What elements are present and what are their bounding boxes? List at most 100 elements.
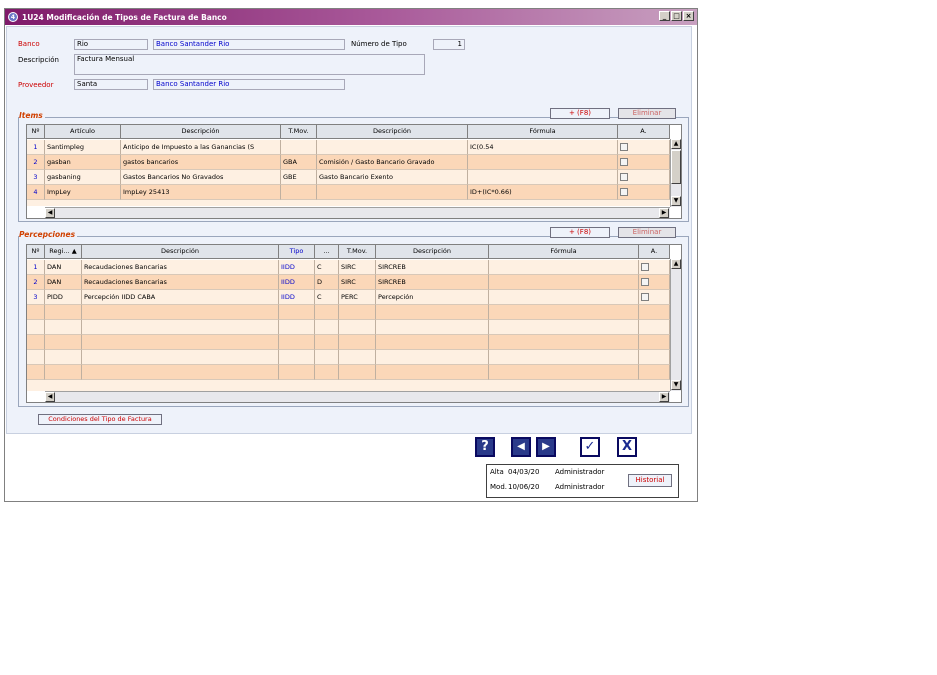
perc-row-c: C xyxy=(315,260,339,275)
perc-row-descripcion: Recaudaciones Bancarias xyxy=(82,275,279,290)
help-icon[interactable]: ? xyxy=(475,437,495,457)
items-row-articulo: Santimpleg xyxy=(45,140,121,155)
table-row[interactable]: 3 gasbaning Gastos Bancarios No Gravados… xyxy=(27,170,670,185)
items-grid: Nº Artículo Descripción T.Mov. Descripci… xyxy=(26,124,682,219)
perc-row-tmov: SIRC xyxy=(339,260,376,275)
items-col-descripcion[interactable]: Descripción xyxy=(121,125,281,139)
items-row-formula xyxy=(468,170,618,185)
perc-col-c[interactable]: ... xyxy=(315,245,339,259)
scroll-right-icon[interactable]: ▶ xyxy=(659,392,669,402)
items-row-n: 2 xyxy=(27,155,45,170)
table-row[interactable]: 3 PIDD Percepción IIDD CABA IIDD C PERC … xyxy=(27,290,670,305)
previous-icon[interactable]: ◀ xyxy=(511,437,531,457)
items-row-checkbox[interactable] xyxy=(620,188,628,196)
items-col-descripcion2[interactable]: Descripción xyxy=(317,125,468,139)
condiciones-button[interactable]: Condiciones del Tipo de Factura xyxy=(38,414,162,425)
confirm-check-icon[interactable]: ✓ xyxy=(580,437,600,457)
perc-row-formula xyxy=(489,260,639,275)
perc-col-descripcion2[interactable]: Descripción xyxy=(376,245,489,259)
percepciones-delete-button[interactable]: Eliminar xyxy=(618,227,676,238)
items-row-descripcion2: Comisión / Gasto Bancario Gravado xyxy=(317,155,468,170)
items-col-articulo[interactable]: Artículo xyxy=(45,125,121,139)
form-area: Banco Rio Banco Santander Rio Número de … xyxy=(6,26,692,434)
scroll-down-icon[interactable]: ▼ xyxy=(671,196,681,206)
perc-vscroll[interactable]: ▲ ▼ xyxy=(670,259,681,391)
table-row[interactable]: 1 DAN Recaudaciones Bancarias IIDD C SIR… xyxy=(27,260,670,275)
percepciones-add-button[interactable]: + (F8) xyxy=(550,227,610,238)
perc-col-regi[interactable]: Regi... ▲ xyxy=(45,245,82,259)
items-col-n[interactable]: Nº xyxy=(27,125,45,139)
items-row-formula xyxy=(468,155,618,170)
items-row-articulo: ImpLey xyxy=(45,185,121,200)
next-icon[interactable]: ▶ xyxy=(536,437,556,457)
banco-code-field[interactable]: Rio xyxy=(74,39,148,50)
items-row-n: 3 xyxy=(27,170,45,185)
audit-mod-user: Administrador xyxy=(555,483,605,491)
perc-col-tipo[interactable]: Tipo xyxy=(279,245,315,259)
items-delete-button[interactable]: Eliminar xyxy=(618,108,676,119)
items-vscroll-thumb[interactable] xyxy=(671,150,681,184)
perc-row-a xyxy=(639,290,670,305)
percepciones-section-title: Percepciones xyxy=(19,230,78,239)
perc-row-a xyxy=(639,260,670,275)
perc-row-tmov: PERC xyxy=(339,290,376,305)
perc-col-formula[interactable]: Fórmula xyxy=(489,245,639,259)
items-row-a xyxy=(618,170,670,185)
minimize-button[interactable]: _ xyxy=(659,11,670,21)
items-row-tmov: GBE xyxy=(281,170,317,185)
items-row-tmov xyxy=(281,185,317,200)
items-row-descripcion: ImpLey 25413 xyxy=(121,185,281,200)
items-hscroll[interactable]: ◀ ▶ xyxy=(45,207,670,218)
items-row-descripcion2: Gasto Bancario Exento xyxy=(317,170,468,185)
perc-hscroll[interactable]: ◀ ▶ xyxy=(45,391,670,402)
perc-row-checkbox[interactable] xyxy=(641,293,649,301)
items-vscroll[interactable]: ▲ ▼ xyxy=(670,139,681,207)
items-row-checkbox[interactable] xyxy=(620,143,628,151)
scroll-left-icon[interactable]: ◀ xyxy=(45,392,55,402)
proveedor-code-field[interactable]: Santa xyxy=(74,79,148,90)
main-window: 4 1U24 Modificación de Tipos de Factura … xyxy=(4,8,698,502)
perc-row-c: D xyxy=(315,275,339,290)
numero-tipo-field[interactable]: 1 xyxy=(433,39,465,50)
perc-col-a[interactable]: A. xyxy=(639,245,670,259)
empty-row xyxy=(27,365,670,380)
perc-col-tmov[interactable]: T.Mov. xyxy=(339,245,376,259)
items-col-formula[interactable]: Fórmula xyxy=(468,125,618,139)
items-row-checkbox[interactable] xyxy=(620,173,628,181)
table-row[interactable]: 2 DAN Recaudaciones Bancarias IIDD D SIR… xyxy=(27,275,670,290)
items-row-descripcion2 xyxy=(317,140,468,155)
scroll-right-icon[interactable]: ▶ xyxy=(659,208,669,218)
cancel-x-icon[interactable]: X xyxy=(617,437,637,457)
perc-col-n[interactable]: Nº xyxy=(27,245,45,259)
table-row-partial xyxy=(27,200,670,206)
descripcion-field[interactable]: Factura Mensual xyxy=(74,54,425,75)
audit-alta-label: Alta xyxy=(490,468,504,476)
empty-row xyxy=(27,350,670,365)
empty-row xyxy=(27,320,670,335)
scroll-up-icon[interactable]: ▲ xyxy=(671,259,681,269)
items-add-button[interactable]: + (F8) xyxy=(550,108,610,119)
proveedor-name-field: Banco Santander Rio xyxy=(153,79,345,90)
items-row-checkbox[interactable] xyxy=(620,158,628,166)
perc-row-formula xyxy=(489,275,639,290)
table-row[interactable]: 1 Santimpleg Anticipo de Impuesto a las … xyxy=(27,140,670,155)
table-row[interactable]: 2 gasban gastos bancarios GBA Comisión /… xyxy=(27,155,670,170)
items-row-formula: IC(0.54 xyxy=(468,140,618,155)
perc-col-descripcion[interactable]: Descripción xyxy=(82,245,279,259)
items-row-formula: ID+(IC*0.66) xyxy=(468,185,618,200)
scroll-down-icon[interactable]: ▼ xyxy=(671,380,681,390)
perc-row-checkbox[interactable] xyxy=(641,263,649,271)
maximize-button[interactable]: □ xyxy=(671,11,682,21)
app-icon: 4 xyxy=(8,12,18,22)
table-row[interactable]: 4 ImpLey ImpLey 25413 ID+(IC*0.66) xyxy=(27,185,670,200)
audit-alta-user: Administrador xyxy=(555,468,605,476)
close-window-button[interactable]: × xyxy=(683,11,694,21)
historial-button[interactable]: Historial xyxy=(628,474,672,487)
perc-row-tmov: SIRC xyxy=(339,275,376,290)
perc-row-checkbox[interactable] xyxy=(641,278,649,286)
scroll-up-icon[interactable]: ▲ xyxy=(671,139,681,149)
items-col-tmov[interactable]: T.Mov. xyxy=(281,125,317,139)
scroll-left-icon[interactable]: ◀ xyxy=(45,208,55,218)
items-col-a[interactable]: A. xyxy=(618,125,670,139)
items-row-descripcion: Gastos Bancarios No Gravados xyxy=(121,170,281,185)
